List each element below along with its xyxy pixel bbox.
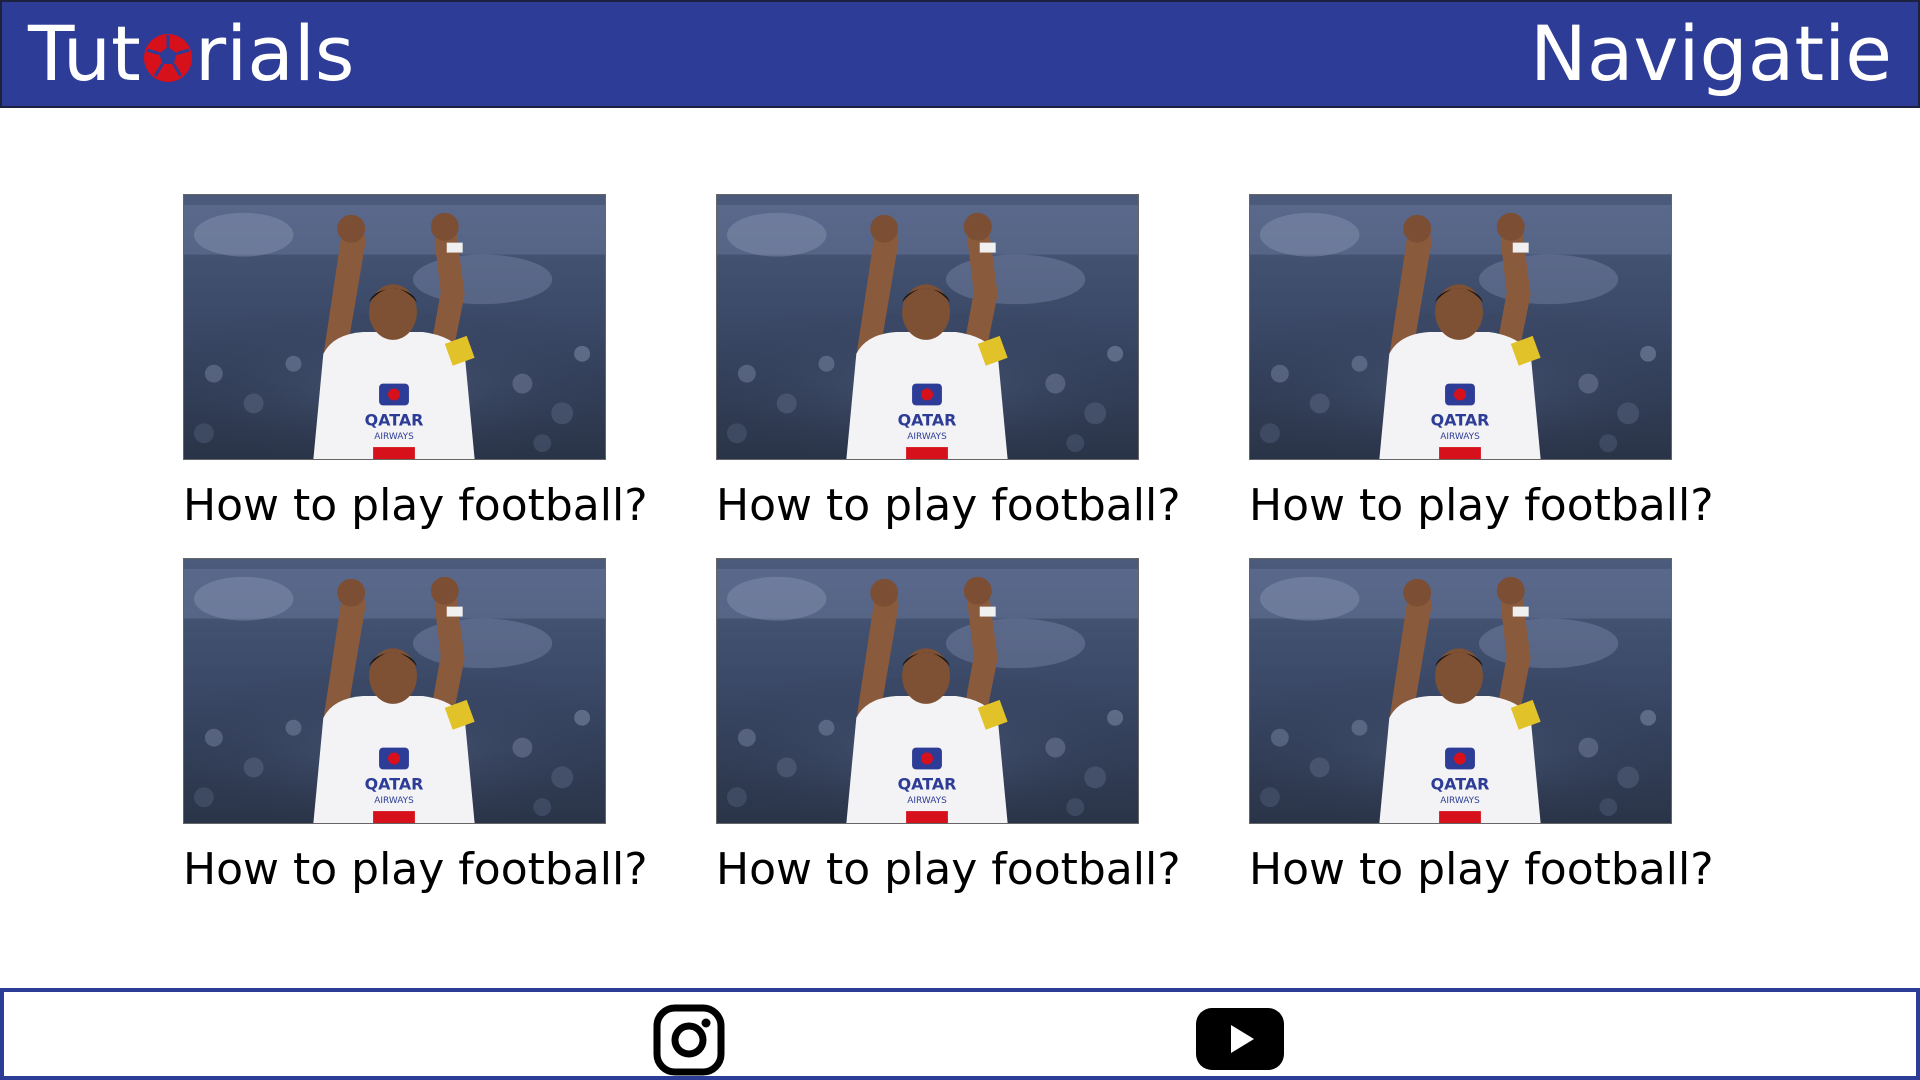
tutorial-title[interactable]: How to play football? xyxy=(716,845,1181,894)
footer-bar xyxy=(0,988,1920,1080)
tutorial-title[interactable]: How to play football? xyxy=(1249,845,1714,894)
brand-text-end: rials xyxy=(194,9,355,98)
tutorial-card[interactable]: How to play football? xyxy=(183,558,648,894)
youtube-icon xyxy=(1196,1008,1284,1070)
tutorial-thumbnail[interactable] xyxy=(716,558,1139,825)
site-logo[interactable]: Tut rials xyxy=(28,16,355,92)
brand-text-start: Tut xyxy=(28,9,141,98)
tutorial-title[interactable]: How to play football? xyxy=(183,845,648,894)
tutorial-card[interactable]: How to play football? xyxy=(716,194,1181,530)
tutorial-card[interactable]: How to play football? xyxy=(716,558,1181,894)
tutorial-thumbnail[interactable] xyxy=(183,558,606,825)
tutorial-thumbnail[interactable] xyxy=(183,194,606,460)
instagram-link[interactable] xyxy=(653,1004,725,1080)
instagram-icon xyxy=(653,1004,725,1076)
youtube-link[interactable] xyxy=(1196,1008,1284,1074)
tutorial-thumbnail[interactable] xyxy=(1249,194,1672,460)
header-bar: Tut rials Navigatie xyxy=(0,0,1920,108)
football-icon xyxy=(143,34,192,82)
tutorial-card[interactable]: How to play football? xyxy=(1249,558,1714,894)
tutorial-thumbnail[interactable] xyxy=(716,194,1139,460)
tutorial-grid: How to play football? How to play footba… xyxy=(183,194,1714,895)
tutorial-title[interactable]: How to play football? xyxy=(716,481,1181,530)
nav-menu-link[interactable]: Navigatie xyxy=(1530,16,1892,92)
tutorial-card[interactable]: How to play football? xyxy=(1249,194,1714,530)
tutorial-title[interactable]: How to play football? xyxy=(1249,481,1714,530)
tutorial-title[interactable]: How to play football? xyxy=(183,481,648,530)
tutorial-thumbnail[interactable] xyxy=(1249,558,1672,825)
tutorial-card[interactable]: How to play football? xyxy=(183,194,648,530)
